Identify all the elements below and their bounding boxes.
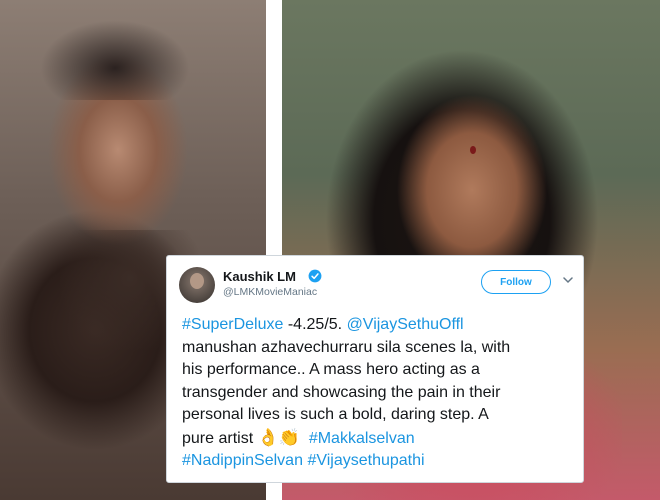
- tweet-card: Kaushik LM @LMKMovieManiac Follow #Super…: [166, 255, 584, 483]
- tweet-text: #SuperDeluxe -4.25/5. @VijaySethuOffl ma…: [182, 314, 577, 473]
- display-name[interactable]: Kaushik LM: [223, 269, 296, 284]
- tweet-text-segment: pure artist: [182, 429, 258, 447]
- tweet-line-2: manushan azhavechurraru sila scenes la, …: [182, 338, 511, 356]
- user-handle[interactable]: @LMKMovieManiac: [223, 286, 317, 298]
- tweet-line-7: #NadippinSelvan #Vijaysethupathi: [182, 450, 577, 473]
- tweet-line-4: transgender and showcasing the pain in t…: [182, 383, 501, 401]
- tweet-text-segment: -4.25/5.: [283, 316, 347, 333]
- mention-vijaysethuoffl[interactable]: @VijaySethuOffl: [347, 316, 464, 333]
- follow-button[interactable]: Follow: [481, 270, 551, 294]
- chevron-down-icon[interactable]: [563, 275, 573, 285]
- verified-badge-icon: [308, 269, 322, 283]
- bindi-dot: [470, 146, 476, 154]
- hashtag-nadippinselvan[interactable]: #NadippinSelvan: [182, 452, 303, 469]
- tweet-line-3: his performance.. A mass hero acting as …: [182, 361, 480, 378]
- hashtag-superdeluxe[interactable]: #SuperDeluxe: [182, 316, 283, 333]
- tweet-line-1: #SuperDeluxe -4.25/5. @VijaySethuOffl: [182, 314, 577, 337]
- ok-hand-emoji: 👌: [257, 427, 279, 447]
- clapping-hands-emoji: 👏: [278, 427, 300, 447]
- tweet-line-5: personal lives is such a bold, daring st…: [182, 406, 489, 423]
- hashtag-vijaysethupathi[interactable]: #Vijaysethupathi: [307, 452, 424, 469]
- hashtag-makkalselvan[interactable]: #Makkalselvan: [309, 430, 415, 447]
- avatar[interactable]: [179, 267, 215, 303]
- tweet-line-6: pure artist 👌👏 #Makkalselvan: [182, 427, 577, 451]
